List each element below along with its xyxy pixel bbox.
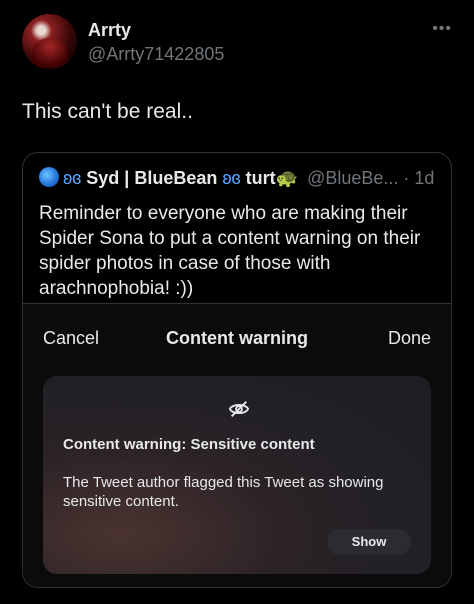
more-dots-icon[interactable]: •••: [432, 20, 452, 38]
tweet-header: Arrty @Arrty71422805 •••: [22, 14, 452, 70]
eye-slash-icon: [228, 401, 250, 417]
warning-body: The Tweet author flagged this Tweet as s…: [63, 474, 384, 510]
tweet-text: This can't be real..: [22, 100, 193, 123]
quoted-tweet[interactable]: ʚɞ Syd | BlueBean ʚɞ turt🐢 @BlueBe... · …: [22, 152, 452, 588]
author-display-name[interactable]: Arrty: [88, 20, 131, 41]
sensitive-media-card: Content warning: Sensitive content The T…: [43, 376, 431, 574]
quoted-author-name-suffix[interactable]: turt: [246, 168, 276, 188]
butterfly-icon: ʚɞ: [222, 168, 241, 188]
author-handle[interactable]: @Arrty71422805: [88, 44, 224, 65]
done-button[interactable]: Done: [388, 328, 431, 349]
sheet-title: Content warning: [166, 328, 308, 348]
globe-icon: [39, 167, 59, 187]
content-warning-sheet: Cancel Content warning Done Content warn…: [23, 304, 451, 587]
quoted-handle-time[interactable]: @BlueBe... · 1d: [307, 168, 434, 188]
warning-title: Content warning: Sensitive content: [63, 436, 315, 453]
turtle-icon: 🐢: [275, 168, 299, 188]
butterfly-icon: ʚɞ: [63, 168, 82, 188]
quoted-tweet-text: Reminder to everyone who are making thei…: [39, 203, 421, 299]
quoted-author-name[interactable]: Syd | BlueBean: [86, 168, 217, 188]
avatar[interactable]: [22, 14, 77, 69]
show-button[interactable]: Show: [327, 529, 411, 555]
quoted-tweet-header: ʚɞ Syd | BlueBean ʚɞ turt🐢 @BlueBe... · …: [39, 167, 439, 193]
